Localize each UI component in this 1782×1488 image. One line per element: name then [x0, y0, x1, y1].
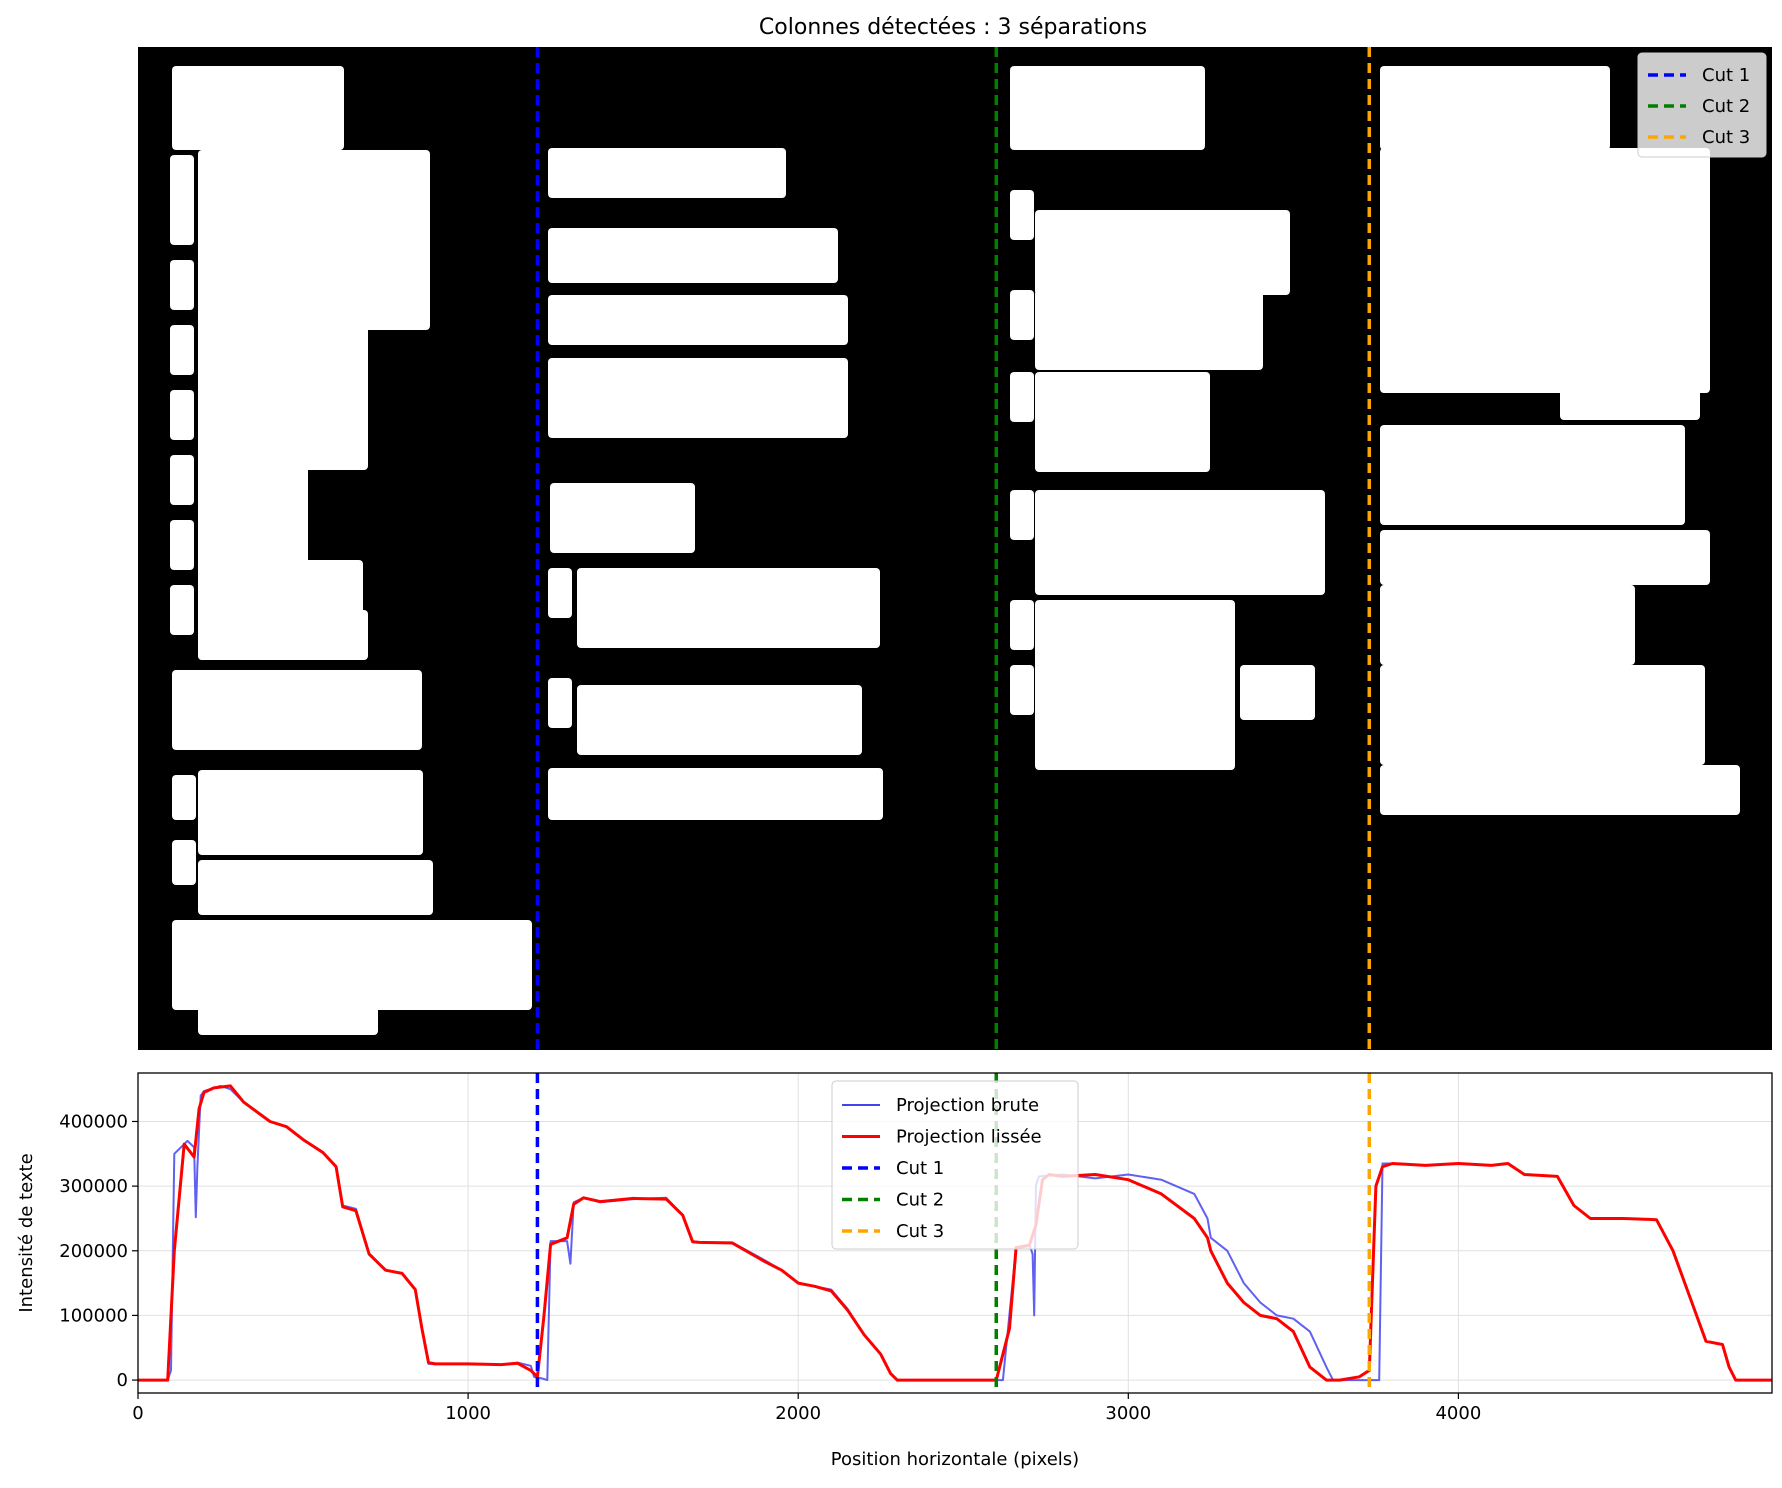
mask-block [1380, 765, 1740, 815]
y-tick-label: 400000 [59, 1111, 128, 1132]
x-tick-label: 2000 [775, 1403, 821, 1424]
bottom-legend-label: Cut 1 [896, 1158, 944, 1179]
mask-block [1010, 665, 1034, 715]
mask-block [170, 455, 194, 505]
bottom-legend-label: Projection brute [896, 1095, 1039, 1116]
mask-block [1010, 490, 1034, 540]
mask-block [1010, 372, 1034, 422]
mask-block [1560, 345, 1700, 420]
mask-block [170, 585, 194, 635]
mask-block [577, 685, 862, 755]
mask-block [548, 678, 572, 728]
mask-block [1010, 66, 1205, 150]
x-tick-label: 3000 [1105, 1403, 1151, 1424]
mask-block [577, 568, 880, 648]
mask-image-panel: Cut 1 Cut 2 Cut 3 [138, 47, 1772, 1050]
y-ticks: 0 100000 200000 300000 400000 [59, 1111, 138, 1391]
x-tick-label: 0 [132, 1403, 143, 1424]
top-legend-label: Cut 2 [1702, 96, 1750, 117]
y-tick-label: 300000 [59, 1176, 128, 1197]
mask-block [548, 148, 786, 198]
mask-block [198, 860, 433, 915]
mask-block [172, 670, 422, 750]
bottom-legend[interactable]: Projection brute Projection lissée Cut 1 Cu… [831, 1080, 1079, 1250]
x-axis-label: Position horizontale (pixels) [831, 1449, 1079, 1470]
mask-block [170, 260, 194, 310]
y-tick-label: 200000 [59, 1241, 128, 1262]
mask-block [548, 295, 848, 345]
mask-block [548, 768, 883, 820]
mask-block [170, 325, 194, 375]
y-tick-label: 0 [117, 1370, 128, 1391]
mask-block [1035, 210, 1290, 295]
mask-block [170, 390, 194, 440]
mask-block [198, 610, 368, 660]
x-tick-label: 4000 [1435, 1403, 1481, 1424]
mask-block [1035, 290, 1263, 370]
mask-block [550, 483, 695, 553]
mask-block [1010, 290, 1034, 340]
top-legend-label: Cut 3 [1702, 127, 1750, 148]
figure: Colonnes détectées : 3 séparations Cut 1… [0, 0, 1782, 1483]
figure-canvas: Colonnes détectées : 3 séparations Cut 1… [16, 15, 1773, 1470]
mask-block [170, 155, 194, 245]
mask-block [1380, 425, 1685, 525]
bottom-legend-label: Cut 3 [896, 1221, 944, 1242]
top-legend-label: Cut 1 [1702, 65, 1750, 86]
mask-block [548, 228, 838, 283]
mask-block [1380, 66, 1610, 150]
mask-block [1010, 600, 1034, 650]
mask-block [1035, 600, 1235, 770]
mask-block [170, 520, 194, 570]
mask-block [198, 770, 423, 855]
x-ticks: 0 1000 2000 3000 4000 [132, 1393, 1481, 1424]
mask-block [198, 280, 368, 470]
mask-block [548, 568, 572, 618]
bottom-legend-label: Projection lissée [896, 1127, 1042, 1148]
mask-block [1035, 490, 1325, 595]
mask-block [575, 420, 755, 435]
mask-block [198, 990, 378, 1035]
mask-block [1380, 665, 1705, 765]
projection-plot: 0 1000 2000 3000 4000 0 100000 200000 300000 400… [16, 1072, 1773, 1470]
top-legend[interactable]: Cut 1 Cut 2 Cut 3 [1637, 52, 1767, 158]
mask-block [1010, 190, 1034, 240]
mask-block [1035, 372, 1210, 472]
mask-block [172, 775, 196, 820]
mask-block [172, 840, 196, 885]
mask-block [1380, 585, 1635, 665]
mask-block [1240, 665, 1315, 720]
mask-block [172, 66, 344, 150]
y-axis-label: Intensité de texte [16, 1153, 37, 1312]
x-tick-label: 1000 [445, 1403, 491, 1424]
figure-title: Colonnes détectées : 3 séparations [759, 15, 1147, 40]
mask-block [1380, 530, 1710, 585]
bottom-legend-label: Cut 2 [896, 1190, 944, 1211]
y-tick-label: 100000 [59, 1305, 128, 1326]
